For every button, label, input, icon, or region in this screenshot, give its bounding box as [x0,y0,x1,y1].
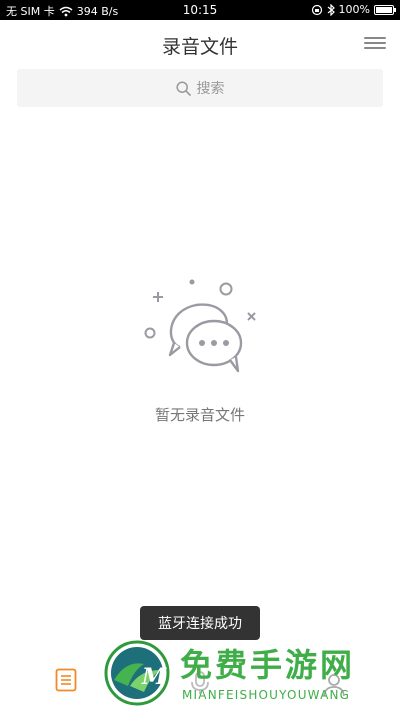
status-bar: 无 SIM 卡 394 B/s 10:15 100% [0,0,400,20]
toast-message: 蓝牙连接成功 [140,606,260,640]
bluetooth-icon [327,3,335,16]
page-title: 录音文件 [161,36,238,58]
list-icon [55,668,77,692]
menu-icon-line [364,42,386,44]
watermark-subtitle: MIANFEISHOUYOUWANG [182,688,351,702]
menu-icon-line [364,37,386,39]
empty-state-message: 暂无录音文件 [154,406,245,424]
menu-button[interactable] [364,34,386,54]
status-right: 100% [311,3,396,16]
alarm-lock-icon [311,4,322,15]
search-input[interactable]: 搜索 [17,69,383,107]
battery-percent: 100% [338,3,370,16]
watermark-logo: M [104,640,170,706]
search-placeholder: 搜索 [196,81,225,97]
search-icon [175,80,191,96]
app-header: 录音文件 [0,20,400,68]
empty-chat-icon [144,279,256,373]
watermark-title: 免费手游网 [180,646,356,684]
battery-icon [374,4,396,15]
menu-icon-line [364,47,386,49]
battery-fill [376,6,392,13]
tab-records[interactable] [55,668,77,696]
svg-text:M: M [141,664,167,690]
